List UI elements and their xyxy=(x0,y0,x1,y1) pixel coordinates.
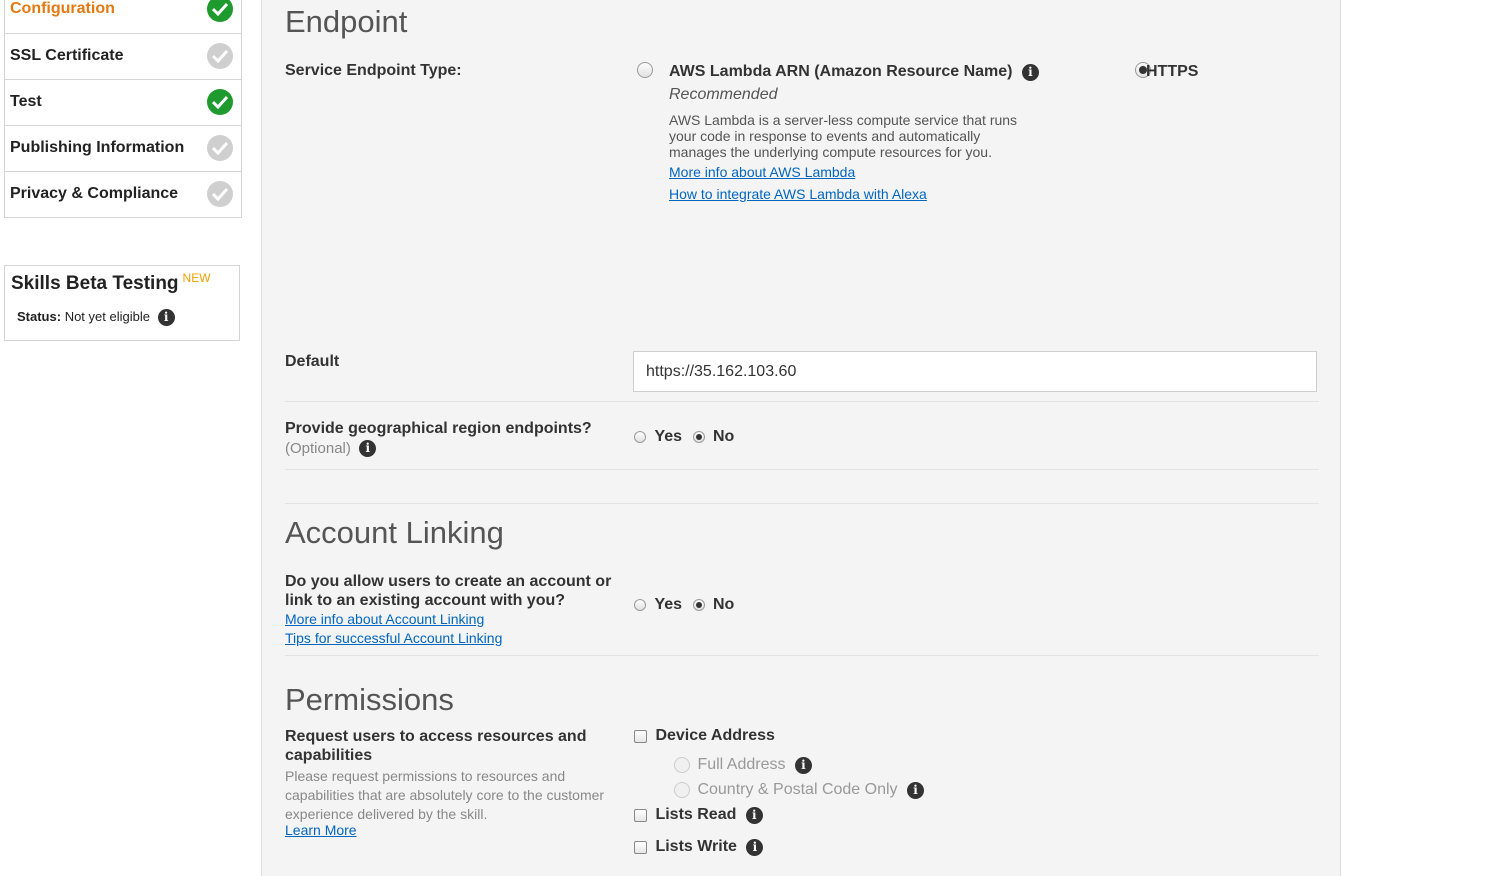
divider xyxy=(285,469,1319,470)
geo-yes-label: Yes xyxy=(654,428,683,445)
beta-testing-panel: Skills Beta Testing NEW Status: Not yet e… xyxy=(4,265,240,341)
beta-status-value: Not yet eligible xyxy=(64,309,150,324)
account-linking-no-label: No xyxy=(712,596,735,613)
geo-optional-row: (Optional) i xyxy=(285,440,377,458)
divider xyxy=(285,655,1319,656)
config-steps-nav: Configuration SSL Certificate Test Publi… xyxy=(4,0,242,218)
check-incomplete-icon xyxy=(207,135,233,161)
new-badge: NEW xyxy=(182,271,211,285)
check-incomplete-icon xyxy=(207,43,233,69)
lambda-desc-line: AWS Lambda is a server-less compute serv… xyxy=(669,112,1018,128)
geo-endpoints-label: Provide geographical region endpoints? xyxy=(285,420,592,437)
geo-no-radio[interactable] xyxy=(692,431,705,443)
optional-note: (Optional) xyxy=(285,440,351,457)
tips-account-linking-link[interactable]: Tips for successful Account Linking xyxy=(285,630,502,646)
question-line: link to an existing account with you? xyxy=(285,592,566,609)
account-linking-section-title: Account Linking xyxy=(285,515,504,550)
learn-more-link[interactable]: Learn More xyxy=(285,822,357,838)
full-address-label: Full Address xyxy=(697,756,786,773)
device-address-checkbox[interactable] xyxy=(634,729,647,743)
country-postal-label: Country & Postal Code Only xyxy=(697,781,898,798)
more-info-lambda-link[interactable]: More info about AWS Lambda xyxy=(669,164,855,180)
main-config-panel: Endpoint Service Endpoint Type: AWS Lamb… xyxy=(261,0,1341,876)
divider xyxy=(285,401,1319,402)
info-icon[interactable]: i xyxy=(907,781,924,799)
nav-item-label: SSL Certificate xyxy=(10,47,124,64)
lambda-option-label: AWS Lambda ARN (Amazon Resource Name) xyxy=(669,63,1013,80)
https-option-label: HTTPS xyxy=(1146,63,1199,80)
country-postal-option: Country & Postal Code Only i xyxy=(674,781,924,799)
beta-title-text: Skills Beta Testing xyxy=(11,273,179,294)
info-icon[interactable]: i xyxy=(746,838,764,856)
lambda-desc-line: your code in response to events and auto… xyxy=(669,128,981,144)
account-linking-no-radio[interactable] xyxy=(692,599,705,611)
info-icon[interactable]: i xyxy=(794,756,812,774)
permissions-request-label: Request users to access resources and ca… xyxy=(285,727,586,765)
more-info-account-linking-link[interactable]: More info about Account Linking xyxy=(285,611,484,627)
full-address-option: Full Address i xyxy=(674,756,812,774)
lists-read-checkbox[interactable] xyxy=(634,808,647,822)
device-address-option: Device Address xyxy=(634,727,775,745)
lists-write-label: Lists Write xyxy=(655,838,737,855)
beta-status: Status: Not yet eligible i xyxy=(17,309,175,327)
country-postal-radio[interactable] xyxy=(674,782,690,798)
info-icon[interactable]: i xyxy=(745,806,763,824)
nav-item-label: Test xyxy=(10,93,42,110)
info-icon[interactable]: i xyxy=(1021,63,1039,81)
lists-read-label: Lists Read xyxy=(655,806,737,823)
lambda-arn-radio[interactable] xyxy=(637,61,653,78)
lambda-desc-line: manages the underlying compute resources… xyxy=(669,144,992,160)
nav-item-ssl-certificate[interactable]: SSL Certificate xyxy=(5,33,241,79)
nav-item-publishing-information[interactable]: Publishing Information xyxy=(5,125,241,171)
endpoint-section-title: Endpoint xyxy=(285,4,408,39)
account-linking-question: Do you allow users to create an account … xyxy=(285,572,611,610)
geo-endpoints-radio-group: Yes No xyxy=(634,428,734,446)
divider xyxy=(285,503,1319,504)
beta-status-label: Status: xyxy=(17,309,62,324)
default-endpoint-label: Default xyxy=(285,353,340,370)
account-linking-yes-label: Yes xyxy=(654,596,683,613)
info-icon[interactable]: i xyxy=(157,309,175,327)
desc-line: capabilities that are absolutely core to… xyxy=(285,787,605,803)
account-linking-radio-group: Yes No xyxy=(634,596,734,614)
check-complete-icon xyxy=(207,89,233,115)
geo-yes-radio[interactable] xyxy=(634,431,646,443)
lists-write-checkbox[interactable] xyxy=(634,840,647,854)
full-address-radio[interactable] xyxy=(674,757,690,773)
lists-write-option: Lists Write i xyxy=(634,838,764,856)
permissions-section-title: Permissions xyxy=(285,682,454,717)
nav-item-label: Privacy & Compliance xyxy=(10,185,179,202)
lambda-description: AWS Lambda is a server-less compute serv… xyxy=(669,112,1017,160)
question-line: Do you allow users to create an account … xyxy=(285,573,612,590)
request-line: capabilities xyxy=(285,747,373,764)
info-icon[interactable]: i xyxy=(359,440,377,458)
desc-line: Please request permissions to resources … xyxy=(285,768,566,784)
service-endpoint-type-label: Service Endpoint Type: xyxy=(285,62,462,79)
nav-item-privacy-compliance[interactable]: Privacy & Compliance xyxy=(5,171,241,217)
check-complete-icon xyxy=(207,0,233,22)
device-address-label: Device Address xyxy=(655,727,775,744)
recommended-note: Recommended xyxy=(669,86,778,103)
default-endpoint-input[interactable]: https://35.162.103.60 xyxy=(633,351,1317,392)
permissions-description: Please request permissions to resources … xyxy=(285,767,604,824)
lists-read-option: Lists Read i xyxy=(634,806,763,824)
beta-testing-title: Skills Beta Testing NEW xyxy=(11,271,211,295)
nav-item-test[interactable]: Test xyxy=(5,79,241,125)
request-line: Request users to access resources and xyxy=(285,728,587,745)
check-incomplete-icon xyxy=(207,181,233,207)
lambda-option: AWS Lambda ARN (Amazon Resource Name) i xyxy=(669,63,1039,81)
nav-item-configuration[interactable]: Configuration xyxy=(5,0,241,33)
integrate-lambda-alexa-link[interactable]: How to integrate AWS Lambda with Alexa xyxy=(669,186,927,202)
geo-no-label: No xyxy=(712,428,735,445)
account-linking-yes-radio[interactable] xyxy=(634,599,646,611)
nav-item-label: Configuration xyxy=(10,0,115,17)
nav-item-label: Publishing Information xyxy=(10,139,185,156)
